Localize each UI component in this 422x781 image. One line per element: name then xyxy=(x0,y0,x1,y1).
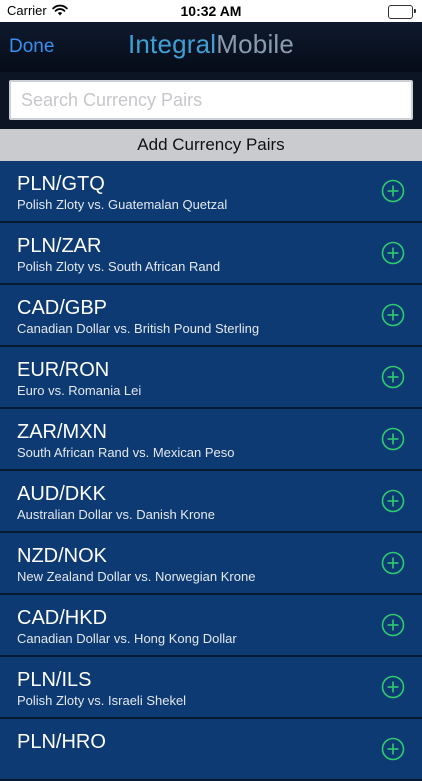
plus-circle-icon[interactable] xyxy=(381,551,405,575)
list-item[interactable]: CAD/HKD Canadian Dollar vs. Hong Kong Dol… xyxy=(0,595,422,657)
battery-icon xyxy=(388,5,416,19)
currency-pair-code: ZAR/MXN xyxy=(17,421,107,443)
plus-circle-icon[interactable] xyxy=(381,675,405,699)
currency-pair-code: CAD/HKD xyxy=(17,607,108,629)
currency-pair-description: South African Rand vs. Mexican Peso xyxy=(17,445,235,460)
currency-pair-description: Canadian Dollar vs. Hong Kong Dollar xyxy=(17,631,237,646)
list-item[interactable]: PLN/ZAR Polish Zloty vs. South African Ra… xyxy=(0,223,422,285)
section-header: Add Currency Pairs xyxy=(0,129,422,161)
currency-pair-code: PLN/GTQ xyxy=(17,173,105,195)
nav-bar: Done IntegralMobile xyxy=(0,22,422,72)
search-input[interactable] xyxy=(9,80,413,120)
currency-pair-description: Australian Dollar vs. Danish Krone xyxy=(17,507,215,522)
currency-pair-description: Canadian Dollar vs. British Pound Sterli… xyxy=(17,321,260,336)
currency-pair-description: Polish Zloty vs. South African Rand xyxy=(17,259,221,274)
currency-pair-code: NZD/NOK xyxy=(17,545,107,567)
currency-pair-code: AUD/DKK xyxy=(17,483,106,505)
currency-pair-description: New Zealand Dollar vs. Norwegian Krone xyxy=(17,569,256,584)
plus-circle-icon[interactable] xyxy=(381,613,405,637)
currency-pair-description: Polish Zloty vs. Guatemalan Quetzal xyxy=(17,197,228,212)
app-title-part2: Mobile xyxy=(216,29,295,59)
currency-pair-list: PLN/GTQ Polish Zloty vs. Guatemalan Quetz… xyxy=(0,161,422,781)
currency-pair-code: PLN/HRO xyxy=(17,731,106,753)
list-item[interactable]: EUR/RON Euro vs. Romania Lei xyxy=(0,347,422,409)
currency-pair-code: EUR/RON xyxy=(17,359,110,381)
plus-circle-icon[interactable] xyxy=(381,489,405,513)
list-item[interactable]: ZAR/MXN South African Rand vs. Mexican Pe… xyxy=(0,409,422,471)
plus-circle-icon[interactable] xyxy=(381,179,405,203)
list-item[interactable]: PLN/GTQ Polish Zloty vs. Guatemalan Quetz… xyxy=(0,161,422,223)
currency-pair-description: Polish Zloty vs. Israeli Shekel xyxy=(17,693,187,708)
list-item[interactable]: NZD/NOK New Zealand Dollar vs. Norwegian … xyxy=(0,533,422,595)
plus-circle-icon[interactable] xyxy=(381,427,405,451)
list-item[interactable]: CAD/GBP Canadian Dollar vs. British Pound… xyxy=(0,285,422,347)
status-bar: Carrier 10:32 AM xyxy=(0,0,422,22)
search-bar xyxy=(0,72,422,129)
plus-circle-icon[interactable] xyxy=(381,303,405,327)
currency-pair-code: CAD/GBP xyxy=(17,297,108,319)
status-time: 10:32 AM xyxy=(180,3,242,19)
plus-circle-icon[interactable] xyxy=(381,241,405,265)
currency-pair-code: PLN/ZAR xyxy=(17,235,102,257)
list-item[interactable]: PLN/HRO xyxy=(0,719,422,781)
plus-circle-icon[interactable] xyxy=(381,365,405,389)
currency-pair-description: Euro vs. Romania Lei xyxy=(17,383,142,398)
plus-circle-icon[interactable] xyxy=(381,737,405,761)
app-title-logo: IntegralMobile xyxy=(0,29,422,60)
list-item[interactable]: AUD/DKK Australian Dollar vs. Danish Kron… xyxy=(0,471,422,533)
app-title-part1: Integral xyxy=(127,29,217,59)
currency-pair-code: PLN/ILS xyxy=(17,669,92,691)
list-item[interactable]: PLN/ILS Polish Zloty vs. Israeli Shekel xyxy=(0,657,422,719)
